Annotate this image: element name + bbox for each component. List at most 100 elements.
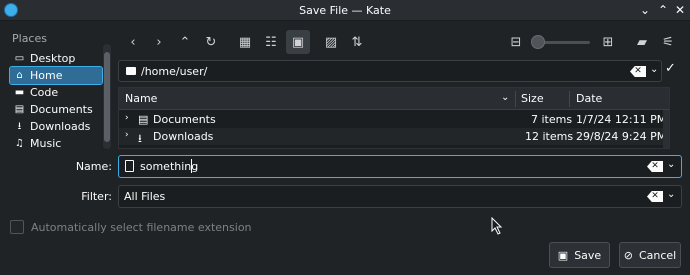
download-icon: ⭳ bbox=[138, 132, 142, 145]
place-item-desktop[interactable]: ▭ Desktop bbox=[10, 50, 102, 67]
file-date: 29/8/24 9:24 PM bbox=[576, 130, 667, 143]
zoom-in-icon: ⊞ bbox=[602, 34, 614, 50]
sort-button[interactable]: ⇅ bbox=[345, 30, 369, 54]
chevron-down-icon[interactable]: ⌄ bbox=[650, 64, 658, 75]
column-date[interactable]: Date bbox=[576, 92, 602, 105]
title-bar: Save File — Kate ⌄ ⌃ ✕ bbox=[0, 0, 690, 21]
zoom-in-button[interactable]: ⊞ bbox=[596, 30, 620, 54]
places-scrollbar[interactable] bbox=[103, 44, 111, 149]
download-icon: ⭳ bbox=[17, 121, 22, 132]
compact-view-button[interactable]: ☷ bbox=[259, 30, 283, 54]
place-item-downloads[interactable]: ⭳ Downloads bbox=[10, 118, 102, 135]
zoom-slider-handle[interactable] bbox=[531, 35, 545, 49]
column-divider bbox=[515, 91, 516, 107]
filter-combobox[interactable]: All Files ✕ ⌄ bbox=[118, 185, 682, 208]
file-size: 7 items bbox=[531, 113, 573, 126]
close-icon[interactable]: ✕ bbox=[673, 3, 687, 17]
file-list-scrollbar[interactable] bbox=[663, 110, 669, 148]
place-label: Desktop bbox=[30, 52, 76, 65]
checkmark-icon[interactable]: ✓ bbox=[665, 61, 676, 76]
file-list-header: Name ⌄ Size Date bbox=[119, 88, 669, 110]
auto-extension-checkbox[interactable] bbox=[10, 220, 24, 234]
file-size: 12 items bbox=[525, 130, 574, 143]
filename-value[interactable]: something bbox=[140, 160, 198, 173]
path-bar[interactable]: /home/user/ ✕ ⌄ bbox=[118, 60, 662, 82]
name-label: Name: bbox=[75, 160, 112, 173]
table-row[interactable]: › ▤ Documents 7 items 1/7/24 12:11 PM bbox=[119, 111, 669, 128]
clear-path-icon[interactable]: ✕ bbox=[630, 66, 646, 77]
window-title: Save File — Kate bbox=[299, 4, 391, 17]
cancel-icon: ⊘ bbox=[623, 248, 633, 262]
expand-chevron-icon[interactable]: › bbox=[125, 113, 129, 123]
minimize-icon[interactable]: ⌄ bbox=[638, 3, 652, 17]
auto-extension-label: Automatically select filename extension bbox=[31, 221, 252, 234]
tree-view-button[interactable]: ▣ bbox=[286, 30, 310, 54]
file-icon bbox=[125, 160, 134, 172]
reload-icon: ↻ bbox=[205, 34, 217, 50]
column-name[interactable]: Name bbox=[125, 92, 157, 105]
settings-sliders-icon: ⚟ bbox=[662, 34, 674, 50]
image-icon: ▨ bbox=[324, 34, 338, 50]
place-label: Downloads bbox=[30, 120, 91, 133]
chevron-down-icon[interactable]: ⌄ bbox=[667, 189, 675, 200]
file-date: 1/7/24 12:11 PM bbox=[576, 113, 667, 126]
places-scrollbar-thumb[interactable] bbox=[104, 52, 110, 142]
cancel-button[interactable]: ⊘ Cancel bbox=[619, 242, 681, 268]
icon-view-icon: ▦ bbox=[238, 34, 252, 50]
documents-icon: ▤ bbox=[14, 104, 25, 115]
text-cursor bbox=[191, 159, 192, 173]
options-button[interactable]: ⚟ bbox=[656, 30, 680, 54]
new-folder-button[interactable]: ▰ bbox=[630, 30, 654, 54]
chevron-right-icon: › bbox=[156, 34, 162, 50]
folder-icon bbox=[126, 67, 136, 75]
chevron-down-icon[interactable]: ⌄ bbox=[501, 92, 509, 103]
table-row[interactable]: › ⭳ Downloads 12 items 29/8/24 9:24 PM bbox=[119, 128, 669, 145]
desktop-icon: ▭ bbox=[14, 53, 25, 64]
icon-view-button[interactable]: ▦ bbox=[233, 30, 257, 54]
place-label: Music bbox=[30, 137, 62, 150]
chevron-down-icon[interactable]: ⌄ bbox=[667, 159, 675, 170]
back-button[interactable]: ‹ bbox=[121, 30, 145, 54]
preview-button[interactable]: ▨ bbox=[319, 30, 343, 54]
clear-icon[interactable]: ✕ bbox=[647, 191, 663, 202]
file-list[interactable]: Name ⌄ Size Date › ▤ Documents 7 items 1… bbox=[118, 87, 670, 149]
place-label: Documents bbox=[30, 103, 93, 116]
clear-icon[interactable]: ✕ bbox=[647, 161, 663, 172]
save-button[interactable]: ▣ Save bbox=[549, 242, 610, 268]
path-text[interactable]: /home/user/ bbox=[141, 65, 207, 78]
place-label: Home bbox=[30, 69, 63, 82]
forward-button[interactable]: › bbox=[147, 30, 171, 54]
folder-icon: ▬ bbox=[14, 87, 25, 98]
music-icon: ♫ bbox=[15, 138, 24, 149]
save-button-label: Save bbox=[574, 248, 602, 262]
chevron-up-icon: ⌃ bbox=[179, 34, 191, 50]
places-header: Places bbox=[12, 32, 47, 45]
documents-icon: ▤ bbox=[138, 113, 149, 126]
column-divider bbox=[569, 91, 570, 107]
expand-chevron-icon[interactable]: › bbox=[125, 130, 129, 140]
cancel-button-label: Cancel bbox=[638, 248, 677, 262]
chevron-left-icon: ‹ bbox=[130, 34, 136, 50]
compact-view-icon: ☷ bbox=[265, 34, 277, 50]
zoom-out-icon: ⊟ bbox=[510, 34, 522, 50]
place-item-home[interactable]: ⌂ Home bbox=[9, 66, 103, 85]
filename-input[interactable]: something ✕ ⌄ bbox=[118, 155, 682, 178]
zoom-out-button[interactable]: ⊟ bbox=[504, 30, 528, 54]
reload-button[interactable]: ↻ bbox=[199, 30, 223, 54]
sort-icon: ⇅ bbox=[351, 34, 363, 50]
tree-view-icon: ▣ bbox=[291, 34, 305, 50]
save-icon: ▣ bbox=[557, 248, 569, 262]
place-item-code[interactable]: ▬ Code bbox=[10, 84, 102, 101]
place-item-documents[interactable]: ▤ Documents bbox=[10, 101, 102, 118]
mouse-cursor-icon bbox=[491, 217, 503, 235]
filter-value[interactable]: All Files bbox=[124, 190, 165, 203]
home-icon: ⌂ bbox=[16, 70, 23, 81]
column-size[interactable]: Size bbox=[521, 92, 544, 105]
maximize-icon[interactable]: ⌃ bbox=[656, 3, 670, 17]
up-button[interactable]: ⌃ bbox=[173, 30, 197, 54]
file-name: Downloads bbox=[153, 130, 214, 143]
filter-label: Filter: bbox=[81, 190, 112, 203]
place-item-music[interactable]: ♫ Music bbox=[10, 135, 102, 150]
file-name: Documents bbox=[153, 113, 216, 126]
place-label: Code bbox=[30, 86, 59, 99]
